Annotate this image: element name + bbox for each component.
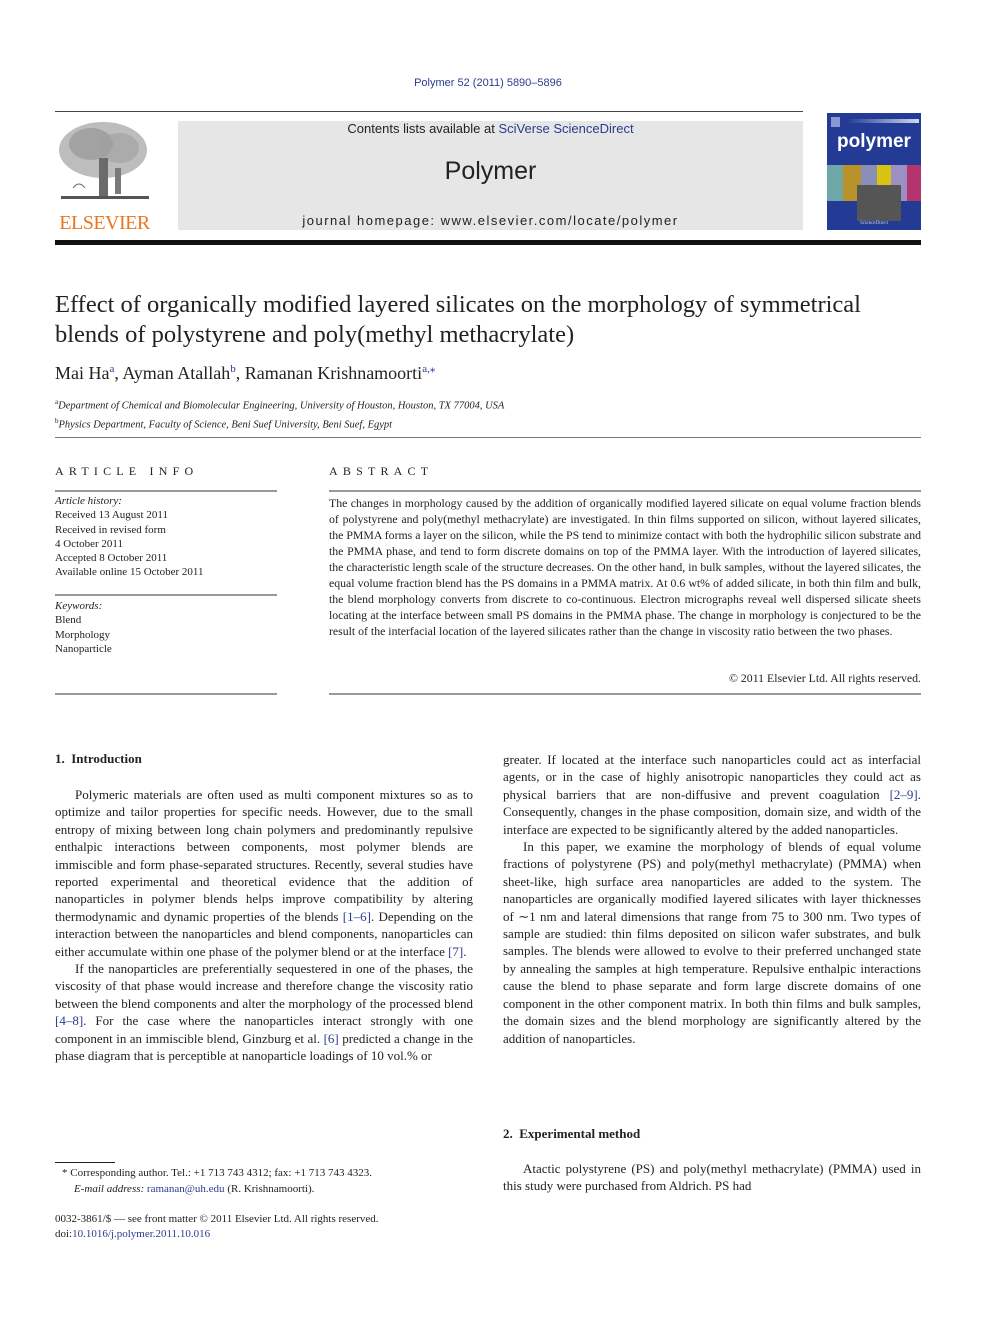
journal-homepage-link[interactable]: journal homepage: www.elsevier.com/locat… [178, 213, 803, 228]
affiliation: aDepartment of Chemical and Biomolecular… [55, 395, 504, 414]
keywords-label: Keywords: [55, 600, 103, 612]
sciencedirect-link[interactable]: SciVerse ScienceDirect [498, 121, 633, 136]
affiliations: aDepartment of Chemical and Biomolecular… [55, 395, 504, 433]
contents-prefix: Contents lists available at [347, 121, 499, 136]
elsevier-logo: ELSEVIER [53, 118, 156, 234]
header-divider [55, 240, 921, 245]
affiliation-text: Physics Department, Faculty of Science, … [58, 419, 393, 431]
author-name: Mai Ha [55, 363, 110, 383]
keyword: Blend [55, 614, 82, 627]
front-matter: 0032-3861/$ — see front matter © 2011 El… [55, 1212, 379, 1242]
article-title: Effect of organically modified layered s… [55, 291, 861, 348]
doi-prefix: doi: [55, 1228, 73, 1240]
divider [55, 490, 277, 492]
body-column-left: Polymeric materials are often used as mu… [55, 786, 473, 1065]
history-item: Accepted 8 October 2011 [55, 552, 168, 565]
divider [55, 594, 277, 596]
abstract-heading: ABSTRACT [329, 464, 434, 478]
reference-link[interactable]: [2–9] [890, 787, 918, 802]
divider [55, 693, 277, 695]
reference-link[interactable]: [7] [448, 944, 463, 959]
footnote-divider [55, 1162, 115, 1163]
affiliation-text: Department of Chemical and Biomolecular … [58, 400, 505, 412]
divider [329, 693, 921, 695]
cover-footer: ScienceDirect [859, 221, 889, 226]
corresponding-author: Corresponding author. Tel.: +1 713 743 4… [67, 1167, 372, 1179]
reference-link[interactable]: [1–6] [343, 909, 371, 924]
paragraph: If the nanoparticles are preferentially … [55, 961, 473, 1064]
affiliation: bPhysics Department, Faculty of Science,… [55, 414, 504, 433]
history-label: Article history: [55, 495, 122, 507]
reference-link[interactable]: [4–8] [55, 1013, 83, 1028]
section-heading-introduction: 1. Introduction [55, 751, 142, 766]
journal-name: Polymer [444, 157, 537, 185]
section-heading-experimental: 2. Experimental method [503, 1126, 641, 1141]
history-item: Available online 15 October 2011 [55, 566, 204, 579]
paragraph: greater. If located at the interface suc… [503, 752, 921, 837]
author-list: Mai Haa, Ayman Atallahb, Ramanan Krishna… [55, 363, 436, 383]
journal-citation[interactable]: Polymer 52 (2011) 5890–5896 [0, 77, 976, 89]
keyword: Nanoparticle [55, 642, 112, 655]
cover-stripe [847, 119, 919, 123]
history-item: 4 October 2011 [55, 537, 124, 550]
history-item: Received in revised form [55, 523, 166, 536]
reference-link[interactable]: [6] [324, 1031, 339, 1046]
doi-link[interactable]: 10.1016/j.polymer.2011.10.016 [72, 1228, 210, 1240]
cover-publisher-icon [831, 117, 840, 127]
author-name: Ramanan Krishnamoorti [244, 363, 423, 383]
divider [329, 490, 921, 492]
author-affiliation-marker[interactable]: a [109, 363, 114, 375]
paragraph: Polymeric materials are often used as mu… [55, 787, 473, 959]
body-column-right: greater. If located at the interface suc… [503, 751, 921, 1047]
cover-micrograph-7 [857, 185, 901, 221]
paragraph: Atactic polystyrene (PS) and poly(methyl… [503, 1161, 921, 1194]
top-divider [55, 111, 803, 112]
journal-cover-image: polymer ScienceDirect [827, 113, 921, 230]
contents-line: Contents lists available at SciVerse Sci… [178, 121, 803, 136]
abstract-text: The changes in morphology caused by the … [329, 496, 921, 638]
keywords: Keywords: Blend Morphology Nanoparticle [55, 599, 112, 656]
elsevier-wordmark: ELSEVIER [59, 212, 150, 234]
keyword: Morphology [55, 628, 110, 641]
abstract-copyright: © 2011 Elsevier Ltd. All rights reserved… [729, 671, 921, 685]
history-item: Received 13 August 2011 [55, 509, 168, 522]
email-label: E-mail address: [74, 1183, 145, 1195]
article-info-heading: ARTICLE INFO [55, 464, 199, 478]
cover-micrograph-6 [907, 165, 921, 201]
cover-title: polymer [837, 131, 911, 152]
author-affiliation-marker[interactable]: a,⁎ [422, 363, 435, 375]
issn-line: 0032-3861/$ — see front matter © 2011 El… [55, 1213, 379, 1225]
body-column-right-cont: Atactic polystyrene (PS) and poly(methyl… [503, 1160, 921, 1195]
email-link[interactable]: ramanan@uh.edu [147, 1183, 225, 1195]
paragraph: In this paper, we examine the morphology… [503, 839, 921, 1046]
author-affiliation-marker[interactable]: b [230, 363, 236, 375]
author-name: Ayman Atallah [122, 363, 231, 383]
elsevier-tree-icon [59, 122, 149, 199]
footnote: * Corresponding author. Tel.: +1 713 743… [62, 1165, 372, 1197]
cover-micrograph-1 [827, 165, 843, 201]
affiliation-divider [55, 437, 921, 438]
article-history: Article history: Received 13 August 2011… [55, 494, 203, 580]
email-suffix: (R. Krishnamoorti). [224, 1183, 315, 1195]
journal-banner: Contents lists available at SciVerse Sci… [178, 121, 803, 230]
